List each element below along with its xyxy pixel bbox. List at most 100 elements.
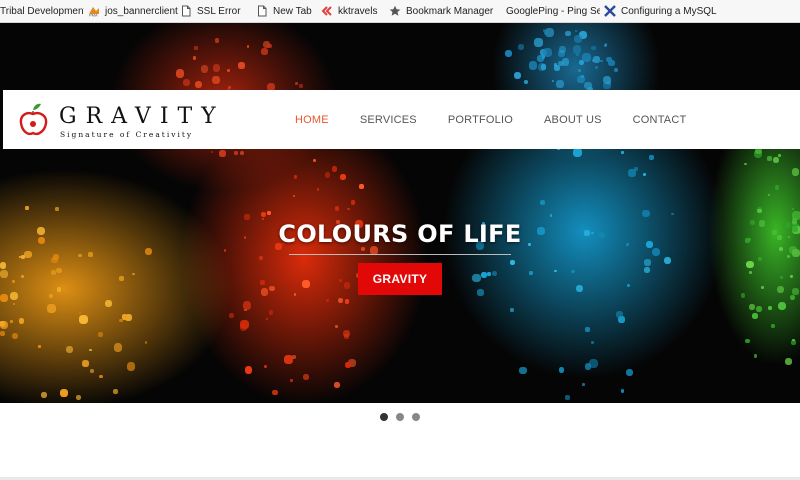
powder-speck: [556, 79, 565, 88]
double-chevron-icon: [321, 5, 333, 17]
powder-speck: [621, 151, 624, 154]
powder-speck: [559, 46, 567, 54]
powder-speck: [768, 305, 773, 310]
bookmark-tribal-development[interactable]: Tribal Development D: [0, 0, 84, 22]
gravity-button[interactable]: GRAVITY: [358, 263, 442, 295]
powder-speck: [345, 299, 350, 304]
nav-about-us[interactable]: ABOUT US: [544, 114, 602, 126]
powder-speck: [608, 60, 615, 67]
powder-speck: [60, 395, 63, 398]
bookmark-bookmark-manager[interactable]: Bookmark Manager: [385, 0, 502, 22]
powder-speck: [755, 148, 762, 155]
powder-speck: [541, 54, 546, 59]
powder-speck: [244, 214, 250, 220]
powder-speck: [565, 395, 571, 401]
powder-speck: [518, 43, 525, 51]
powder-speck: [260, 48, 268, 56]
powder-speck: [0, 320, 9, 330]
powder-speck: [745, 338, 750, 344]
powder-speck: [265, 317, 268, 320]
powder-speck: [577, 69, 581, 73]
nav-home[interactable]: HOME: [295, 114, 329, 126]
powder-speck: [552, 80, 555, 83]
carousel-indicators: [0, 413, 800, 421]
powder-speck: [616, 310, 624, 318]
bookmark-configuring-mysql[interactable]: Configuring a MySQL: [600, 0, 740, 22]
powder-speck: [266, 210, 271, 215]
powder-speck: [298, 84, 303, 89]
powder-speck: [239, 323, 247, 332]
powder-speck: [774, 185, 780, 190]
carousel-dot[interactable]: [396, 413, 404, 421]
powder-speck: [331, 165, 338, 172]
powder-speck: [79, 315, 88, 324]
powder-speck: [210, 150, 213, 153]
title-underline: [289, 254, 511, 255]
powder-speck: [347, 207, 351, 211]
page-icon: [180, 5, 192, 17]
powder-speck: [113, 343, 123, 353]
powder-speck: [239, 150, 245, 156]
powder-speck: [509, 308, 514, 312]
apple-logo-icon: [18, 100, 50, 147]
nav-contact[interactable]: CONTACT: [633, 114, 687, 126]
powder-speck: [337, 297, 344, 304]
powder-speck: [513, 71, 522, 80]
powder-speck: [784, 358, 792, 366]
powder-speck: [540, 200, 546, 206]
powder-speck: [18, 318, 25, 324]
powder-speck: [628, 169, 637, 177]
powder-speck: [194, 46, 198, 50]
powder-speck: [575, 53, 579, 56]
bookmark-label: Configuring a MySQL: [621, 5, 717, 17]
powder-speck: [792, 208, 794, 211]
powder-speck: [121, 314, 128, 320]
bookmark-kktravels[interactable]: kktravels: [317, 0, 385, 22]
powder-speck: [90, 369, 95, 374]
powder-speck: [749, 303, 756, 311]
powder-speck: [789, 294, 796, 301]
powder-speck: [292, 355, 297, 360]
carousel-dot[interactable]: [412, 413, 420, 421]
logo[interactable]: GRAVITY Signature of Creativity: [18, 100, 228, 142]
bookmark-ssl-error[interactable]: SSL Error: [176, 0, 252, 22]
powder-speck: [312, 158, 316, 162]
bookmark-jos-bannerclient[interactable]: PMA jos_bannerclient: [84, 0, 178, 22]
bookmark-label: SSL Error: [197, 5, 241, 17]
powder-speck: [227, 86, 231, 89]
powder-speck: [603, 44, 607, 48]
powder-speck: [200, 64, 209, 73]
x-logo-icon: [604, 5, 616, 17]
powder-speck: [542, 28, 546, 32]
bookmark-label: jos_bannerclient: [105, 5, 178, 17]
bookmark-label: kktravels: [338, 5, 378, 17]
powder-speck: [756, 306, 763, 313]
pma-icon: PMA: [88, 5, 100, 18]
powder-speck: [66, 346, 74, 354]
powder-speck: [238, 62, 245, 69]
powder-speck: [792, 210, 800, 220]
powder-speck: [340, 174, 347, 181]
powder-speck: [649, 155, 655, 160]
bookmark-new-tab[interactable]: New Tab: [252, 0, 317, 22]
powder-speck: [78, 311, 82, 315]
powder-speck: [574, 30, 577, 33]
carousel-dot[interactable]: [380, 413, 388, 421]
nav-portfolio[interactable]: PORTFOLIO: [448, 114, 513, 126]
bookmark-googleping[interactable]: GooglePing - Ping Se: [502, 0, 600, 22]
powder-speck: [642, 173, 646, 177]
nav-services[interactable]: SERVICES: [360, 114, 417, 126]
powder-speck: [591, 45, 596, 51]
bookmarks-bar: Tribal Development D PMA jos_bannerclien…: [0, 0, 800, 23]
powder-speck: [581, 383, 585, 386]
powder-speck: [523, 79, 529, 85]
powder-speck: [614, 68, 619, 73]
powder-speck: [89, 348, 92, 352]
powder-speck: [620, 389, 625, 393]
powder-speck: [589, 359, 599, 369]
powder-speck: [626, 368, 634, 376]
powder-speck: [767, 193, 770, 196]
powder-speck: [126, 362, 135, 371]
bookmark-label: GooglePing - Ping Se: [506, 5, 600, 17]
powder-speck: [600, 59, 603, 62]
